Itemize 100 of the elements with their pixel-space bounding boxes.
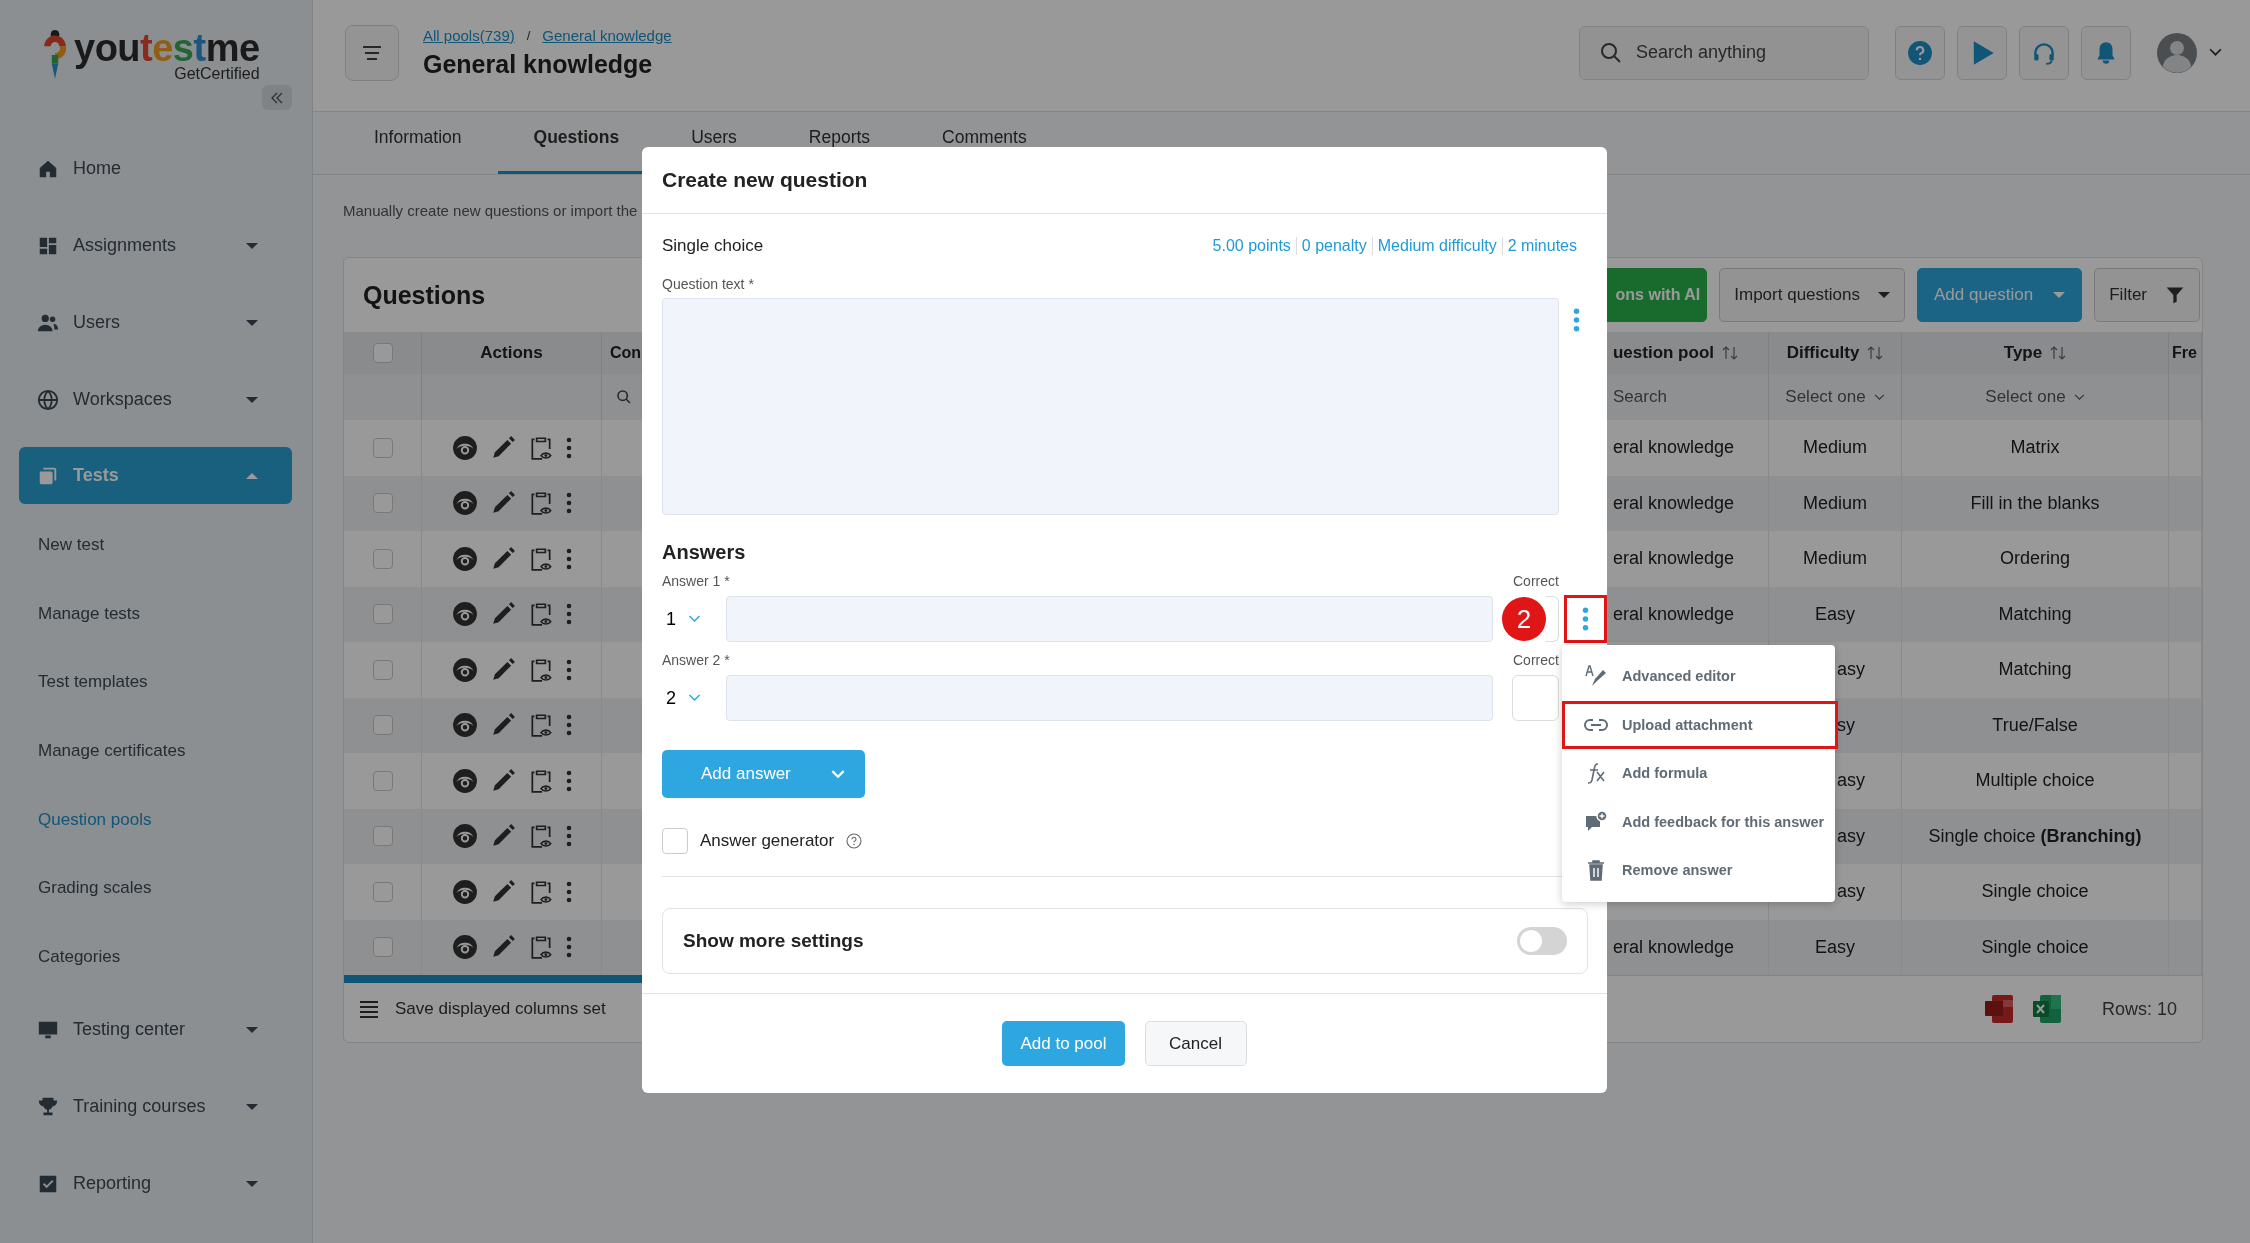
more-icon[interactable] [565,769,572,792]
help-icon[interactable] [846,833,863,849]
avatar[interactable] [2157,32,2197,73]
sort-icon[interactable] [1867,346,1884,360]
more-icon[interactable] [565,436,572,459]
row-checkbox[interactable] [372,881,393,902]
nav-subitem[interactable]: Manage tests [0,579,312,649]
field-label: Correct [1513,652,1560,668]
search-icon [1599,40,1623,65]
question-text-field[interactable] [662,298,1559,515]
question-setting-link[interactable]: 2 minutes [1501,237,1582,255]
row-checkbox[interactable] [372,826,393,847]
row-checkbox[interactable] [372,604,393,625]
add-answer-button[interactable]: Add answer [662,750,865,798]
save-columns-button[interactable]: Save displayed columns set [359,999,606,1019]
tab[interactable]: Information [338,112,498,174]
filter-icon [2165,285,2185,305]
submit-button[interactable]: Add to pool [1002,1021,1125,1066]
card-title: Questions [363,280,486,310]
nav-subitem[interactable]: Test templates [0,648,312,717]
number-select[interactable]: 1 [662,608,726,630]
help-button[interactable] [1895,25,1945,80]
menu-item[interactable]: Upload attachment [1562,700,1838,749]
column-header[interactable]: Difficulty [1769,332,1902,374]
breadcrumb-link[interactable]: General knowledge [542,26,672,44]
more-icon[interactable] [565,658,572,681]
more-icon[interactable] [565,825,572,848]
nav-subitem[interactable]: Categories [0,922,312,992]
nav-item[interactable]: Home [19,130,292,207]
nav-subitem[interactable]: Grading scales [0,853,312,923]
nav-subitem[interactable]: New test [0,511,312,580]
menu-button[interactable] [345,24,399,81]
column-header[interactable]: Actions [422,332,602,374]
row-checkbox[interactable] [372,715,393,736]
column-header[interactable]: Type [1902,332,2169,374]
nav-item[interactable]: Training courses [19,1068,292,1146]
nav-item[interactable]: Testing center [19,991,292,1069]
answer-field[interactable] [726,675,1493,721]
field-label: Answer 2 * [662,652,731,668]
toolbar-button[interactable]: Import questions [1719,268,1905,322]
toggle-switch[interactable] [1517,927,1567,955]
more-button[interactable] [1564,595,1607,643]
headset-button[interactable] [2019,25,2069,80]
filter-select[interactable]: Select one [1985,387,2085,407]
chevron-down-icon[interactable] [2209,48,2222,57]
toolbar-button[interactable]: Filter [2094,268,2200,322]
more-icon[interactable] [565,603,572,626]
row-checkbox[interactable] [372,493,393,514]
eye-icon[interactable] [451,601,478,628]
more-icon[interactable] [1573,308,1580,332]
more-icon[interactable] [565,547,572,570]
eye-icon[interactable] [451,878,478,905]
eye-icon[interactable] [451,656,478,683]
nav-item[interactable]: Tests [19,447,292,504]
row-checkbox[interactable] [372,548,393,569]
correct-checkbox[interactable] [1512,675,1559,721]
sort-icon[interactable] [2050,346,2067,360]
correct-checkbox[interactable] [1546,596,1559,642]
eye-icon[interactable] [451,545,478,572]
breadcrumb-link[interactable]: All pools(739) [423,26,515,44]
cancel-button[interactable]: Cancel [1144,1021,1247,1066]
nav-subitem[interactable]: Manage certificates [0,716,312,786]
select-all-checkbox[interactable] [372,343,393,363]
eye-icon[interactable] [451,823,478,850]
excel-icon[interactable] [2031,994,2062,1024]
more-icon[interactable] [565,714,572,737]
row-checkbox[interactable] [372,437,393,458]
collapse-sidebar-button[interactable] [262,85,292,110]
more-icon[interactable] [565,492,572,515]
search-field[interactable]: Search anything [1579,25,1869,80]
caret-icon [246,241,258,250]
eye-icon[interactable] [451,434,478,461]
number-select[interactable]: 2 [662,687,726,709]
more-icon[interactable] [565,936,572,959]
eye-icon[interactable] [451,767,478,794]
nav-subitem[interactable]: Question pools [0,785,312,854]
answer-field[interactable] [726,596,1493,642]
nav-item[interactable]: Users [19,284,292,361]
eye-icon[interactable] [451,490,478,517]
question-setting-link[interactable]: 5.00 points [1207,237,1296,255]
row-checkbox[interactable] [372,937,393,958]
more-icon[interactable] [565,880,572,903]
column-header[interactable]: Fre [2169,332,2202,374]
breadcrumb-separator: / [526,27,531,43]
row-checkbox[interactable] [372,659,393,680]
question-setting-link[interactable]: Medium difficulty [1371,237,1502,255]
nav-item[interactable]: Workspaces [19,361,292,438]
answer-generator-checkbox[interactable] [662,828,688,854]
filter-select[interactable]: Select one [1785,387,1885,407]
row-checkbox[interactable] [372,770,393,791]
pdf-icon[interactable] [1983,994,2014,1024]
sort-icon[interactable] [1722,346,1738,360]
toolbar-button[interactable]: Add question [1916,268,2083,322]
nav-item[interactable]: Reporting [19,1145,292,1223]
notifications-button[interactable] [2081,25,2131,80]
eye-icon[interactable] [451,712,478,739]
play-button[interactable] [1957,25,2007,80]
nav-item[interactable]: Assignments [19,207,292,284]
eye-icon[interactable] [451,934,478,961]
question-setting-link[interactable]: 0 penalty [1295,237,1372,255]
